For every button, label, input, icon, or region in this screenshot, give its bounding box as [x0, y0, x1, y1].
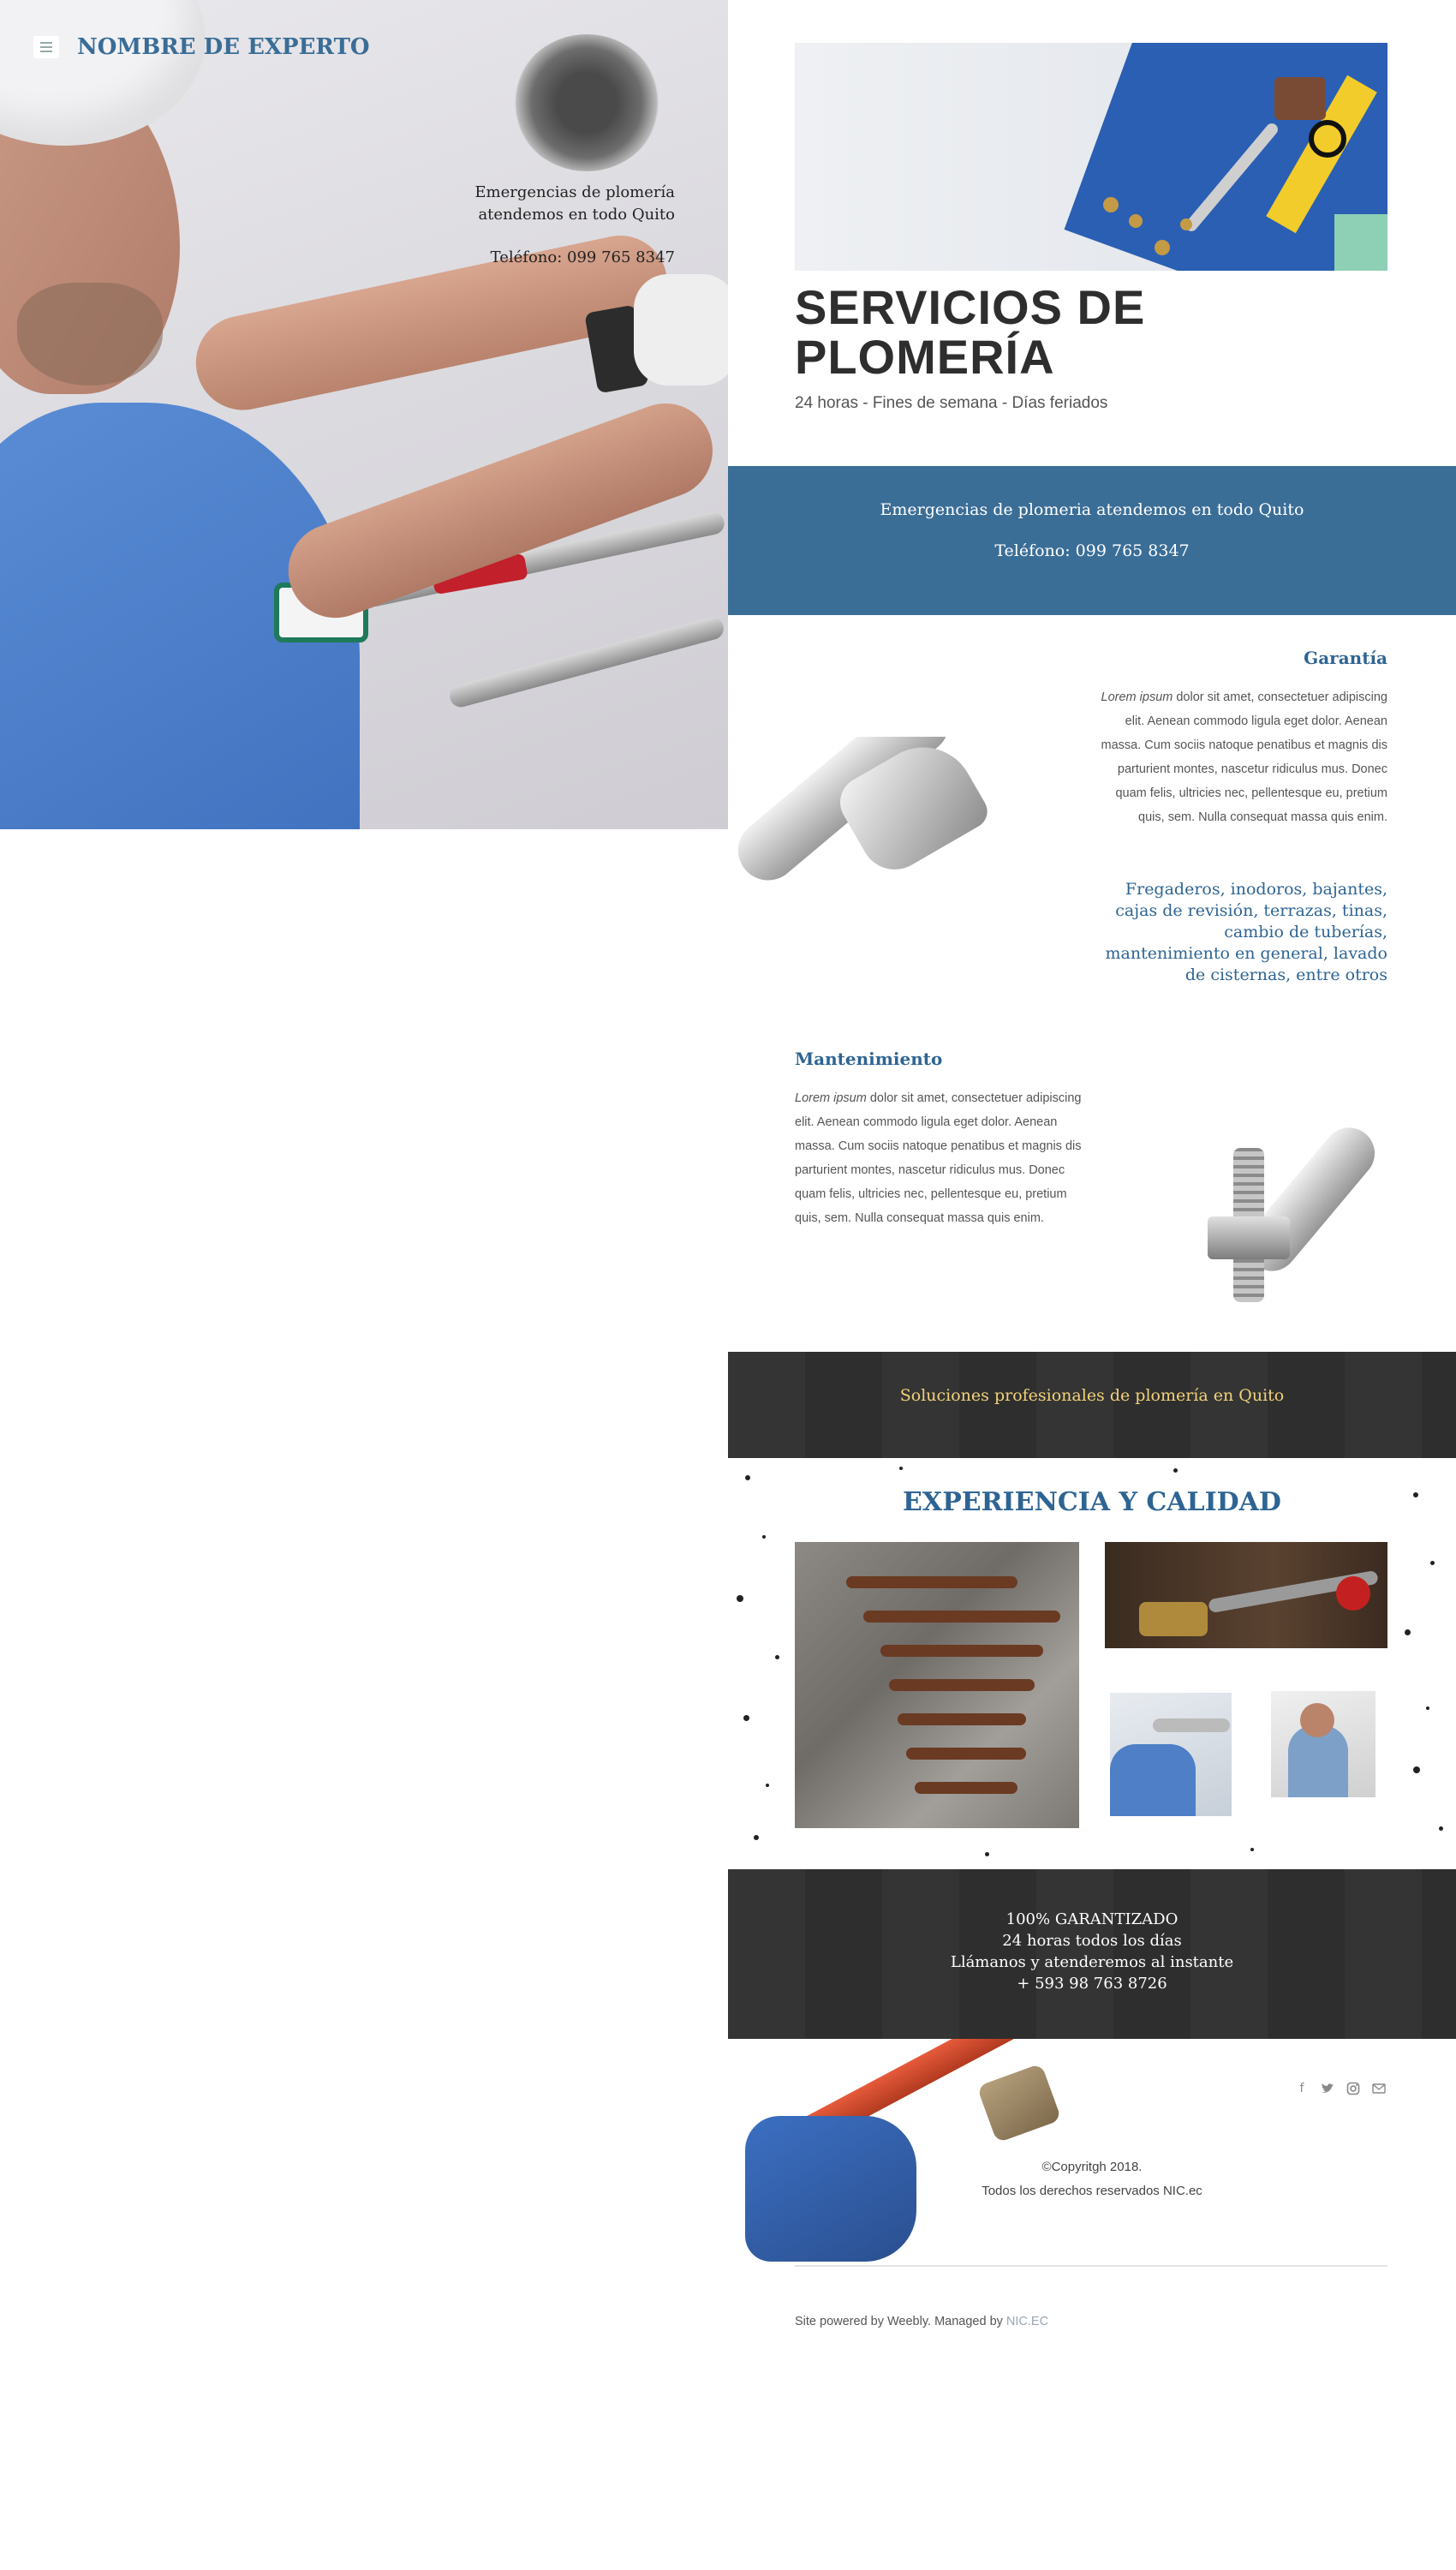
copper-fitting — [1274, 77, 1326, 120]
hero-line-1: Emergencias de plomería — [474, 183, 675, 201]
garantia-lorem-lead: Lorem ipsum — [1101, 690, 1173, 704]
solutions-band-text: Soluciones profesionales de plomería en … — [899, 1386, 1285, 1405]
plumber-photo-1[interactable] — [1110, 1693, 1232, 1816]
services-title-line-1: SERVICIOS DE — [795, 280, 1146, 334]
plumber1-pipe — [1153, 1718, 1230, 1732]
hero-image: NOMBRE DE EXPERTO Emergencias de plomerí… — [0, 0, 728, 829]
mantenimiento-title: Mantenimiento — [795, 1049, 943, 1069]
hero-line-2: atendemos en todo Quito — [478, 206, 675, 224]
emergency-band-text: Emergencias de plomeria atendemos en tod… — [880, 500, 1304, 519]
mantenimiento-body: Lorem ipsum dolor sit amet, consectetuer… — [795, 1086, 1086, 1230]
hero-text: Emergencias de plomería atendemos en tod… — [368, 182, 675, 269]
glove-wrench-image — [728, 2039, 1088, 2262]
bolt-nut-shape — [1208, 1216, 1290, 1259]
green-card — [1334, 214, 1387, 271]
powered-by: Site powered by Weebly. Managed by NIC.E… — [795, 2315, 1048, 2328]
powered-by-text: Site powered by Weebly. Managed by — [795, 2315, 1006, 2328]
guarantee-line-3: Llámanos y atenderemos al instante — [950, 1953, 1234, 1971]
wall-hole-graphic — [514, 34, 659, 171]
site-title[interactable]: NOMBRE DE EXPERTO — [77, 34, 370, 60]
hero-pipe-2 — [447, 614, 726, 710]
guarantee-line-2: 24 horas todos los días — [1002, 1932, 1182, 1950]
copyright-line-2: Todos los derechos reservados NIC.ec — [982, 2184, 1202, 2198]
menu-icon[interactable] — [33, 36, 59, 58]
hero-helmet-shape — [0, 0, 206, 146]
guarantee-phone: + 593 98 763 8726 — [1017, 1975, 1167, 1993]
emergency-band: Emergencias de plomeria atendemos en tod… — [728, 466, 1456, 615]
services-list: Fregaderos, inodoros, bajantes, cajas de… — [1105, 880, 1387, 984]
footer-divider — [795, 2265, 1387, 2267]
services-title: SERVICIOS DE PLOMERÍA — [795, 283, 1145, 382]
wrenches-photo[interactable] — [795, 1542, 1079, 1828]
guarantee-band: 100% GARANTIZADO 24 horas todos los días… — [728, 1869, 1456, 2039]
twitter-icon[interactable] — [1319, 2080, 1336, 2097]
instagram-icon[interactable] — [1345, 2080, 1362, 2097]
plumber-photo-2[interactable] — [1271, 1691, 1375, 1797]
tools-banner-image — [795, 43, 1387, 271]
plumbing-tools-photo[interactable] — [1105, 1542, 1387, 1648]
garantia-title: Garantía — [1304, 648, 1387, 668]
hero-phone: Teléfono: 099 765 8347 — [490, 248, 675, 266]
glove-shape — [745, 2116, 916, 2262]
mantenimiento-body-text: dolor sit amet, consectetuer adipiscing … — [795, 1091, 1082, 1225]
copyright-line-1: ©Copyritgh 2018. — [1041, 2160, 1143, 2174]
adjustable-wrench-image — [728, 737, 1019, 959]
guarantee-line-1: 100% GARANTIZADO — [1005, 1910, 1179, 1928]
photo-valve-shape — [1336, 1576, 1370, 1611]
powered-by-link[interactable]: NIC.EC — [1006, 2315, 1048, 2328]
bolt-wrench-image — [1173, 1117, 1396, 1336]
photo-brass-shape — [1139, 1602, 1208, 1636]
pipe-wrench-head-shape — [976, 2063, 1062, 2143]
garantia-body: Lorem ipsum dolor sit amet, consectetuer… — [1096, 685, 1387, 829]
services-subtitle: 24 horas - Fines de semana - Días feriad… — [795, 394, 1108, 412]
social-icons: f — [1293, 2080, 1387, 2097]
hero-forearm-shape — [275, 390, 726, 631]
plumber2-head — [1300, 1703, 1334, 1737]
garantia-body-text: dolor sit amet, consectetuer adipiscing … — [1101, 690, 1387, 824]
o-ring — [1309, 120, 1346, 158]
copyright: ©Copyritgh 2018. Todos los derechos rese… — [899, 2155, 1285, 2203]
hero-beard-shape — [17, 283, 163, 386]
services-title-line-2: PLOMERÍA — [795, 330, 1055, 384]
experiencia-title: EXPERIENCIA Y CALIDAD — [903, 1487, 1281, 1517]
hero-glove-shape — [634, 274, 728, 386]
facebook-icon[interactable]: f — [1293, 2080, 1310, 2097]
plumber1-shirt — [1110, 1744, 1196, 1816]
mantenimiento-lorem-lead: Lorem ipsum — [795, 1091, 867, 1105]
emergency-band-phone: Teléfono: 099 765 8347 — [994, 541, 1190, 560]
mail-icon[interactable] — [1370, 2080, 1387, 2097]
solutions-band: Soluciones profesionales de plomería en … — [728, 1352, 1456, 1458]
